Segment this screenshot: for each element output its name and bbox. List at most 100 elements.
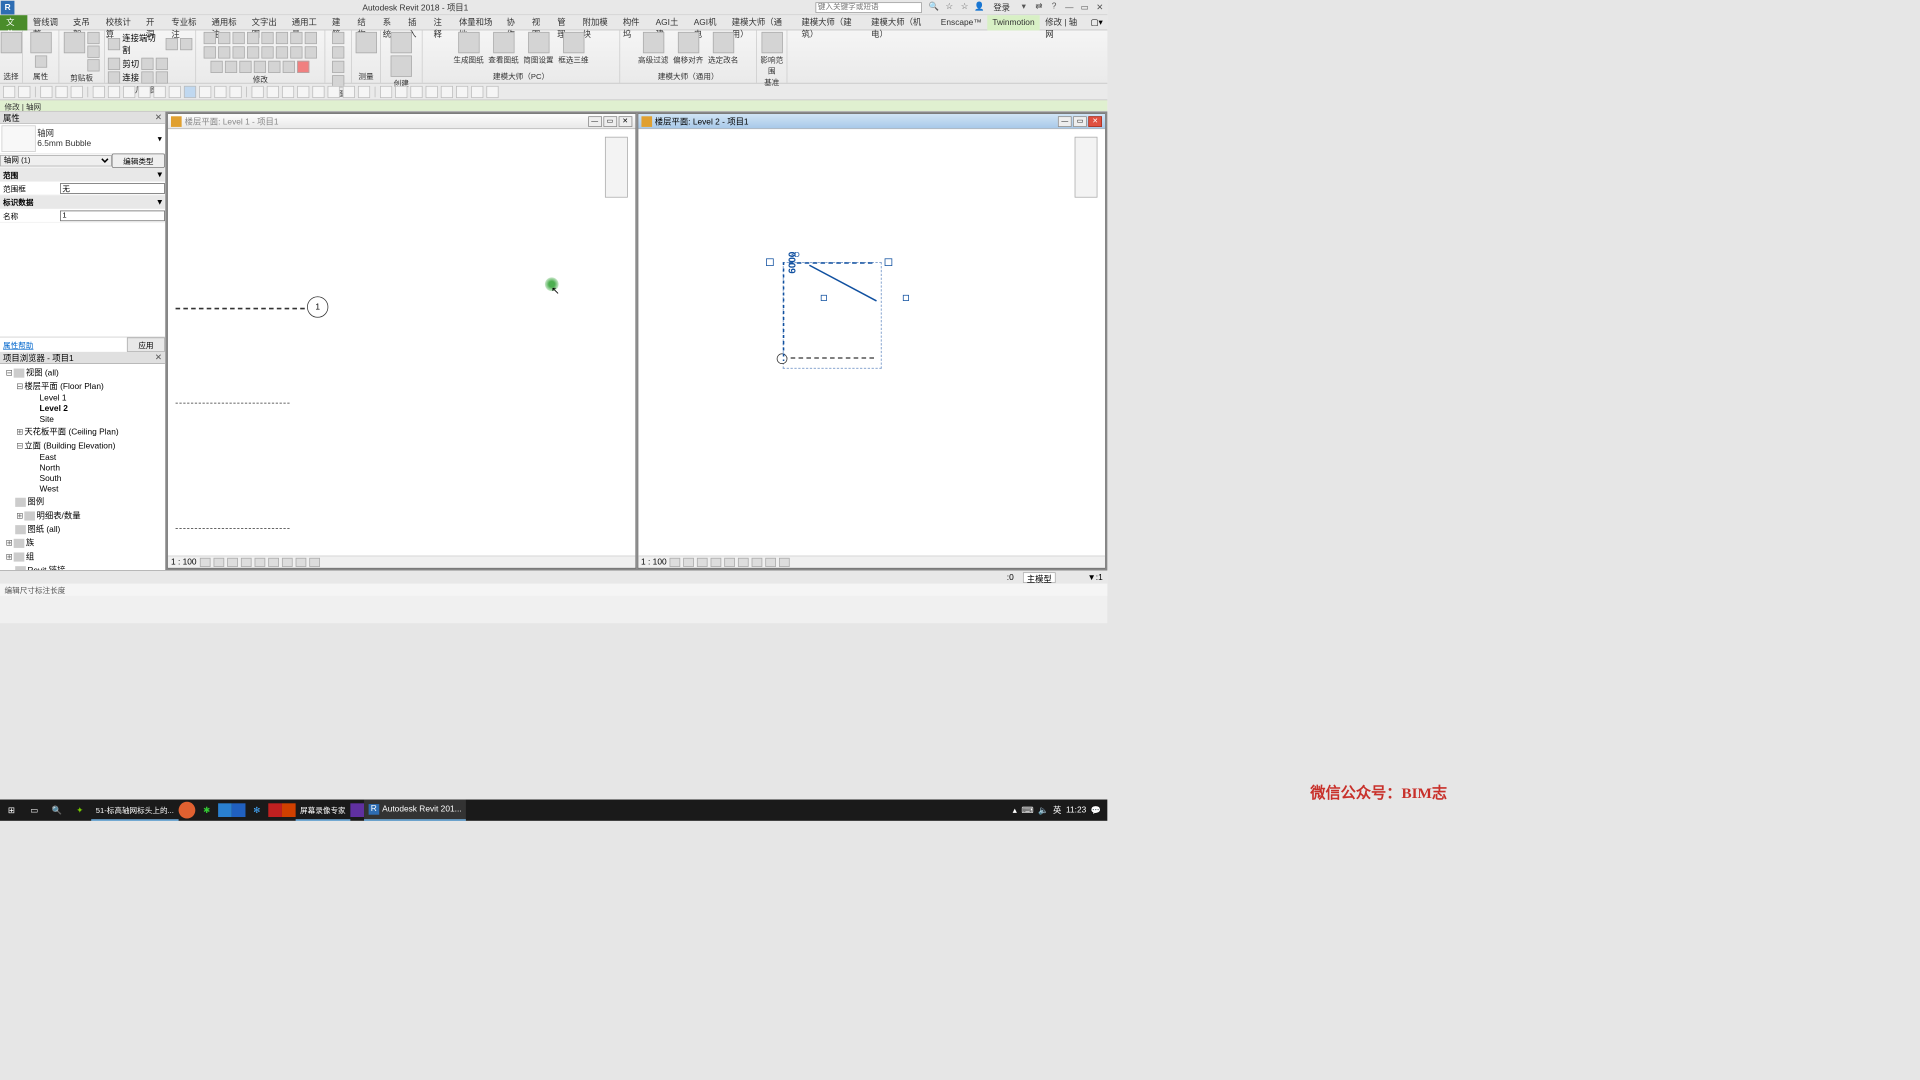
qat-icon[interactable] (3, 86, 15, 98)
app-icon[interactable] (282, 803, 296, 817)
file-tab[interactable]: 文件 (0, 15, 28, 30)
grid-name-input[interactable] (60, 210, 165, 221)
ribbon-tab[interactable]: 体量和场地 (454, 15, 502, 30)
delete-icon[interactable] (297, 61, 309, 73)
ribbon-tab[interactable]: 校核计算 (100, 15, 140, 30)
copy-icon[interactable] (87, 46, 99, 58)
ribbon-tab[interactable]: AGI机电 (688, 15, 726, 30)
drag-handle[interactable] (903, 295, 909, 301)
modify-tool-icon[interactable] (0, 32, 21, 53)
search-icon[interactable]: 🔍 (928, 1, 940, 13)
tree-node[interactable]: West (2, 484, 164, 495)
ribbon-tab[interactable]: 协作 (501, 15, 526, 30)
app-icon[interactable]: ✻ (245, 800, 268, 821)
create-icon[interactable] (391, 32, 412, 53)
app-icon[interactable] (350, 803, 364, 817)
ribbon-tab[interactable]: Enscape™ (935, 15, 987, 30)
grid-line[interactable] (176, 308, 305, 310)
grid-line-vert[interactable] (782, 262, 784, 361)
user-icon[interactable]: 👤 (974, 1, 986, 13)
ribbon-tab[interactable]: 修改 | 轴网 (1040, 15, 1086, 30)
ribbon-tab[interactable]: 文字出图 (246, 15, 286, 30)
cope-icon[interactable] (108, 38, 120, 50)
type-dropdown-icon[interactable]: ▾ (155, 134, 165, 144)
app-icon[interactable]: ✱ (195, 800, 218, 821)
ribbon-tab[interactable]: 建模大师（通用） (726, 15, 796, 30)
app-icon[interactable]: ✦ (68, 800, 91, 821)
tray-icon[interactable]: ▴ (1013, 805, 1017, 815)
view-title-right[interactable]: 楼层平面: Level 2 - 项目1 —▭✕ (638, 114, 1105, 129)
offset-icon[interactable] (218, 32, 230, 44)
restore-button[interactable]: ▭ (1077, 2, 1092, 12)
ribbon-tab[interactable]: 开洞 (141, 15, 166, 30)
tree-node[interactable]: ⊟楼层平面 (Floor Plan) (2, 379, 164, 393)
properties-close-icon[interactable]: ✕ (155, 112, 162, 122)
help-search-input[interactable] (815, 2, 921, 13)
measure-icon[interactable] (355, 32, 376, 53)
tree-node[interactable]: Level 1 (2, 393, 164, 404)
tree-node[interactable]: North (2, 463, 164, 474)
app-icon[interactable] (178, 802, 195, 819)
edit-type-button[interactable]: 编辑类型 (112, 154, 165, 168)
properties-icon[interactable] (30, 32, 51, 53)
ribbon-tab[interactable]: 结构 (352, 15, 377, 30)
ribbon-tab[interactable]: 系统 (377, 15, 402, 30)
tree-node[interactable]: Revit 链接 (2, 563, 164, 570)
taskbar-app-revit[interactable]: RAutodesk Revit 201... (364, 800, 466, 821)
model-mode[interactable]: 主模型 (1023, 572, 1056, 583)
taskbar-app[interactable]: 51-标高轴网标头上的... (91, 800, 178, 821)
drag-handle[interactable] (820, 295, 826, 301)
ribbon-tab[interactable]: 管线调整 (28, 15, 68, 30)
start-button[interactable]: ⊞ (0, 800, 23, 821)
match-icon[interactable] (87, 59, 99, 71)
view-max-icon[interactable]: ▭ (603, 116, 617, 127)
view-close-icon[interactable]: ✕ (1088, 116, 1102, 127)
ribbon-tab[interactable]: AGI土建 (650, 15, 688, 30)
sheet-set-icon[interactable] (528, 32, 549, 53)
drag-handle[interactable] (884, 258, 892, 266)
ribbon-tab[interactable]: 建模大师（机电） (866, 15, 936, 30)
ribbon-tab[interactable]: 通用标注 (206, 15, 246, 30)
box3d-icon[interactable] (563, 32, 584, 53)
ribbon-tab[interactable]: 专业标注 (166, 15, 206, 30)
align-icon[interactable] (203, 32, 215, 44)
paste-icon[interactable] (64, 32, 85, 53)
view-min-icon[interactable]: — (1058, 116, 1072, 127)
close-button[interactable]: ✕ (1092, 2, 1107, 12)
join-geom-icon[interactable] (108, 71, 120, 83)
move-icon[interactable] (247, 32, 259, 44)
apply-button[interactable]: 应用 (127, 337, 165, 351)
datum-scope-icon[interactable] (761, 32, 782, 53)
ribbon-tab[interactable]: 管理 (552, 15, 577, 30)
ribbon-tab[interactable]: 通用工具 (286, 15, 326, 30)
ribbon-tab[interactable]: 插入 (403, 15, 428, 30)
view-cube[interactable] (1075, 137, 1098, 198)
browser-close-icon[interactable]: ✕ (155, 353, 162, 363)
tree-node[interactable]: ⊞明细表/数量 (2, 508, 164, 522)
copy2-icon[interactable] (261, 32, 273, 44)
grid-line-sel[interactable] (789, 262, 873, 264)
ribbon-tab[interactable]: 支吊架 (68, 15, 101, 30)
search-icon[interactable]: 🔍 (46, 800, 69, 821)
minimize-button[interactable]: — (1062, 3, 1077, 12)
tree-node[interactable]: ⊞组 (2, 549, 164, 563)
cut-icon[interactable] (87, 32, 99, 44)
filter-count[interactable]: ▼:1 (1088, 573, 1103, 582)
view-cube[interactable] (605, 137, 628, 198)
dropdown-icon[interactable]: ▾ (1018, 1, 1030, 13)
app-icon[interactable] (268, 803, 282, 817)
view-min-icon[interactable]: — (588, 116, 602, 127)
taskview-icon[interactable]: ▭ (23, 800, 46, 821)
grid-line-2[interactable] (782, 357, 873, 359)
tray-notif-icon[interactable]: 💬 (1091, 805, 1101, 815)
taskbar-app[interactable]: 屏幕录像专家 (295, 800, 350, 821)
tree-node[interactable]: 图纸 (all) (2, 522, 164, 536)
tree-node[interactable]: Site (2, 414, 164, 425)
tree-node[interactable]: Level 2 (2, 404, 164, 415)
split-icon[interactable] (304, 32, 316, 44)
view-max-icon[interactable]: ▭ (1073, 116, 1087, 127)
drag-handle[interactable] (766, 258, 774, 266)
gen-sheet-icon[interactable] (458, 32, 479, 53)
offset-align-icon[interactable] (678, 32, 699, 53)
ribbon-tab[interactable]: 视图 (527, 15, 552, 30)
